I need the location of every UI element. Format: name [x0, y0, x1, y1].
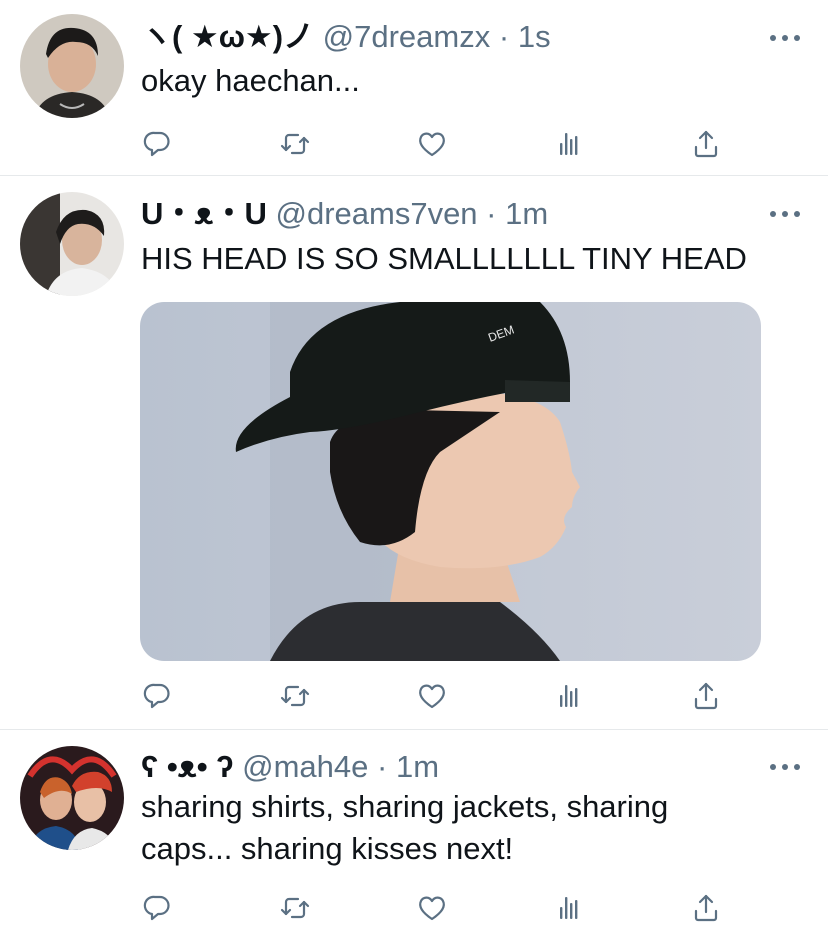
like-icon[interactable]: [412, 676, 452, 716]
avatar[interactable]: [20, 14, 124, 118]
like-icon[interactable]: [412, 888, 452, 928]
handle[interactable]: @7dreamzx: [323, 19, 491, 54]
analytics-icon[interactable]: [549, 888, 589, 928]
tweet-media-image[interactable]: DEM: [140, 302, 761, 661]
analytics-icon[interactable]: [549, 676, 589, 716]
more-options-icon[interactable]: [770, 32, 800, 44]
avatar[interactable]: [20, 192, 124, 296]
tweet-text: sharing shirts, sharing jackets, sharing…: [141, 786, 788, 870]
separator: ·: [486, 196, 497, 231]
tweet-text-line: sharing shirts, sharing jackets, sharing: [141, 789, 669, 824]
reply-icon[interactable]: [138, 676, 178, 716]
separator: ·: [498, 19, 510, 54]
like-icon[interactable]: [412, 124, 452, 164]
avatar[interactable]: [20, 746, 124, 850]
retweet-icon[interactable]: [275, 676, 315, 716]
more-options-icon[interactable]: [770, 761, 800, 773]
tweet-text-line: caps... sharing kisses next!: [141, 831, 514, 866]
tweet-text: HIS HEAD IS SO SMALLLLLLL TINY HEAD: [141, 241, 747, 276]
handle[interactable]: @mah4e: [242, 749, 368, 784]
display-name[interactable]: ヽ( ★ω★)ノ: [141, 19, 314, 54]
divider: [0, 175, 828, 176]
reply-icon[interactable]: [138, 888, 178, 928]
divider: [0, 729, 828, 730]
separator: ·: [377, 749, 388, 784]
retweet-icon[interactable]: [275, 124, 315, 164]
display-name[interactable]: ʕ •ᴥ• ʔ: [141, 749, 234, 784]
share-icon[interactable]: [686, 676, 726, 716]
tweet-text: okay haechan...: [141, 63, 360, 98]
retweet-icon[interactable]: [275, 888, 315, 928]
analytics-icon[interactable]: [549, 124, 589, 164]
reply-icon[interactable]: [138, 124, 178, 164]
timestamp[interactable]: 1m: [505, 196, 548, 231]
share-icon[interactable]: [686, 888, 726, 928]
share-icon[interactable]: [686, 124, 726, 164]
timestamp[interactable]: 1m: [396, 749, 439, 784]
timestamp[interactable]: 1s: [518, 19, 551, 54]
more-options-icon[interactable]: [770, 208, 800, 220]
display-name[interactable]: U・ᴥ・U: [141, 196, 267, 231]
handle[interactable]: @dreams7ven: [275, 196, 477, 231]
